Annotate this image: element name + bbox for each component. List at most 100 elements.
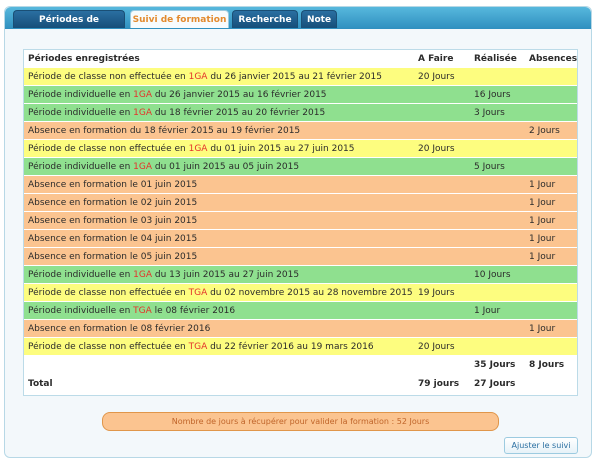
- total-a-faire: 79 jours: [414, 374, 470, 394]
- absences-cell: [525, 85, 577, 104]
- period-description: Période de classe non effectuée en 1GA d…: [24, 68, 414, 86]
- total-absences: [525, 374, 577, 394]
- class-code: TGA: [133, 305, 152, 316]
- period-text: Période de classe non effectuée en: [28, 341, 189, 352]
- realisee-cell: [470, 121, 525, 140]
- period-description: Absence en formation le 03 juin 2015: [24, 211, 414, 230]
- table-row: Période de classe non effectuée en 1GA d…: [24, 139, 577, 158]
- absences-cell: [525, 265, 577, 284]
- realisee-cell: [470, 229, 525, 248]
- period-description: Absence en formation le 02 juin 2015: [24, 193, 414, 212]
- period-text: Période individuelle en: [28, 305, 134, 316]
- a-faire-cell: [414, 157, 470, 176]
- realisee-cell: 5 Jours: [470, 157, 525, 176]
- period-description: Absence en formation le 05 juin 2015: [24, 247, 414, 266]
- period-description: Période individuelle en 1GA du 18 févrie…: [24, 103, 414, 122]
- period-text: Absence en formation le 02 juin 2015: [28, 197, 198, 208]
- subtotal-a-faire: [414, 355, 470, 375]
- table-header-row: Périodes enregistrées A Faire Réalisée A…: [24, 50, 577, 68]
- realisee-cell: [470, 175, 525, 194]
- table-row: Absence en formation le 03 juin 2015 1 Jo…: [24, 211, 577, 230]
- period-text: Période individuelle en: [28, 107, 134, 118]
- realisee-cell: [470, 247, 525, 266]
- a-faire-cell: [414, 175, 470, 194]
- period-text: Absence en formation le 08 février 2016: [28, 323, 211, 334]
- realisee-cell: [470, 211, 525, 230]
- table-row: Absence en formation le 01 juin 2015 1 Jo…: [24, 175, 577, 194]
- total-label: Total: [24, 374, 414, 394]
- a-faire-cell: [414, 229, 470, 248]
- a-faire-cell: 19 Jours: [414, 283, 470, 302]
- period-text: Absence en formation du 18 février 2015 …: [28, 125, 301, 136]
- tab-panel: Périodes enregistrées A Faire Réalisée A…: [5, 29, 591, 457]
- table-row: Absence en formation du 18 février 2015 …: [24, 121, 577, 140]
- realisee-cell: [470, 337, 525, 356]
- period-description: Période de classe non effectuée en TGA d…: [24, 337, 414, 356]
- period-text: Période de classe non effectuée en: [28, 143, 189, 154]
- class-code: 1GA: [133, 161, 153, 172]
- absences-cell: 1 Jour: [525, 319, 577, 338]
- a-faire-cell: 20 Jours: [414, 139, 470, 158]
- period-description: Période de classe non effectuée en TGA d…: [24, 283, 414, 302]
- tab-note[interactable]: Note: [301, 10, 337, 28]
- absences-cell: [525, 157, 577, 176]
- absences-cell: 2 Jours: [525, 121, 577, 140]
- absences-cell: [525, 283, 577, 302]
- a-faire-cell: [414, 319, 470, 338]
- period-description: Période individuelle en 1GA du 13 juin 2…: [24, 265, 414, 284]
- table-row: Période individuelle en TGA le 08 févrie…: [24, 301, 577, 320]
- class-code: 1GA: [133, 89, 153, 100]
- period-text: Période individuelle en: [28, 89, 134, 100]
- period-text: Période individuelle en: [28, 161, 134, 172]
- adjust-tracking-button[interactable]: Ajuster le suivi: [504, 437, 578, 454]
- a-faire-cell: [414, 247, 470, 266]
- total-realisee: 27 Jours: [470, 374, 525, 394]
- class-code: 1GA: [188, 143, 208, 154]
- tab-suivi-formation[interactable]: Suivi de formation: [130, 10, 229, 28]
- period-dates: du 13 juin 2015 au 27 juin 2015: [152, 269, 300, 280]
- realisee-cell: [470, 283, 525, 302]
- absences-cell: 1 Jour: [525, 175, 577, 194]
- tab-periodes-formation[interactable]: Périodes de formation: [13, 10, 125, 43]
- class-code: 1GA: [133, 269, 153, 280]
- absences-cell: [525, 301, 577, 320]
- table-row: Période de classe non effectuée en 1GA d…: [24, 68, 577, 86]
- a-faire-cell: 20 Jours: [414, 68, 470, 86]
- realisee-cell: 10 Jours: [470, 265, 525, 284]
- absences-cell: 1 Jour: [525, 211, 577, 230]
- realisee-cell: [470, 139, 525, 158]
- period-dates: du 01 juin 2015 au 27 juin 2015: [207, 143, 355, 154]
- absences-cell: 1 Jour: [525, 193, 577, 212]
- periods-table: Périodes enregistrées A Faire Réalisée A…: [24, 50, 577, 394]
- period-description: Période individuelle en 1GA du 01 juin 2…: [24, 157, 414, 176]
- a-faire-cell: [414, 301, 470, 320]
- table-row: Période individuelle en 1GA du 26 janvie…: [24, 85, 577, 104]
- period-dates: du 26 janvier 2015 au 21 février 2015: [207, 71, 382, 82]
- a-faire-cell: [414, 85, 470, 104]
- table-row: Absence en formation le 02 juin 2015 1 Jo…: [24, 193, 577, 212]
- a-faire-cell: [414, 121, 470, 140]
- realisee-cell: [470, 68, 525, 86]
- app-window: Périodes de formation Suivi de formation…: [4, 6, 592, 458]
- a-faire-cell: 20 Jours: [414, 337, 470, 356]
- table-row: Période de classe non effectuée en TGA d…: [24, 337, 577, 356]
- period-text: Absence en formation le 03 juin 2015: [28, 215, 198, 226]
- realisee-cell: 3 Jours: [470, 103, 525, 122]
- a-faire-cell: [414, 265, 470, 284]
- realisee-cell: 16 Jours: [470, 85, 525, 104]
- class-code: 1GA: [133, 107, 153, 118]
- a-faire-cell: [414, 211, 470, 230]
- subtotal-realisee: 35 Jours: [470, 355, 525, 375]
- period-text: Absence en formation le 05 juin 2015: [28, 251, 198, 262]
- table-row: Période individuelle en 1GA du 18 févrie…: [24, 103, 577, 122]
- subtotal-row: 35 Jours 8 Jours: [24, 355, 577, 375]
- period-text: Absence en formation le 04 juin 2015: [28, 233, 198, 244]
- period-dates: du 22 février 2016 au 19 mars 2016: [207, 341, 374, 352]
- realisee-cell: [470, 319, 525, 338]
- days-to-recover-notice: Nombre de jours à récupérer pour valider…: [102, 412, 499, 431]
- tab-recherche[interactable]: Recherche: [232, 10, 298, 28]
- period-dates: du 01 juin 2015 au 05 juin 2015: [152, 161, 300, 172]
- tab-bar: Périodes de formation Suivi de formation…: [5, 7, 591, 43]
- period-description: Absence en formation le 04 juin 2015: [24, 229, 414, 248]
- realisee-cell: 1 Jour: [470, 301, 525, 320]
